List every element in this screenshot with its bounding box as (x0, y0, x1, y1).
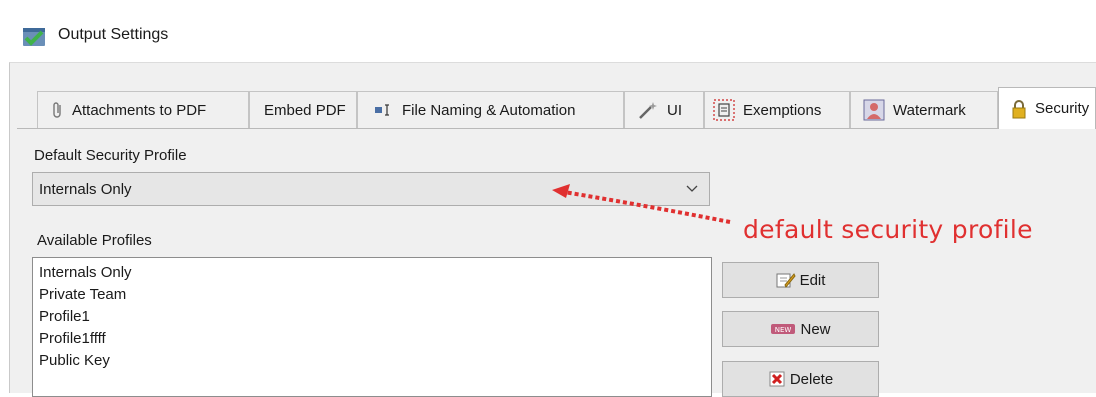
tab-label: UI (667, 101, 682, 119)
watermark-icon (863, 99, 885, 121)
tab-security[interactable]: Security (998, 87, 1096, 129)
delete-icon (769, 371, 785, 387)
list-item[interactable]: Internals Only (39, 262, 711, 284)
edit-button[interactable]: Edit (722, 262, 879, 298)
annotation-text: default security profile (743, 215, 1033, 244)
list-item[interactable]: Private Team (39, 284, 711, 306)
paperclip-icon (53, 102, 61, 118)
tab-ui[interactable]: UI (624, 91, 704, 128)
available-profiles-list[interactable]: Internals Only Private Team Profile1 Pro… (32, 257, 712, 397)
tab-attachments-to-pdf[interactable]: Attachments to PDF (37, 91, 249, 128)
new-icon: NEW (771, 324, 796, 334)
svg-text:NEW: NEW (775, 326, 792, 334)
file-naming-icon (375, 104, 389, 116)
lock-icon (1012, 99, 1026, 118)
select-value: Internals Only (39, 181, 132, 198)
edit-icon (776, 273, 796, 288)
tab-label: Watermark (893, 101, 966, 119)
tab-strip: Attachments to PDF Embed PDF File Naming… (17, 87, 1096, 129)
tab-file-naming-automation[interactable]: File Naming & Automation (357, 91, 624, 128)
new-button-label: New (800, 320, 831, 338)
default-security-profile-label: Default Security Profile (34, 147, 187, 164)
tab-label: File Naming & Automation (402, 101, 576, 119)
window-title: Output Settings (58, 26, 169, 43)
exemptions-icon (713, 99, 735, 121)
delete-button[interactable]: Delete (722, 361, 879, 397)
title-bar: Output Settings (0, 0, 1096, 62)
list-item[interactable]: Profile1ffff (39, 328, 711, 350)
available-profiles-label: Available Profiles (37, 232, 152, 249)
list-item[interactable]: Public Key (39, 350, 711, 372)
tab-embed-pdf[interactable]: Embed PDF (249, 91, 357, 128)
edit-button-label: Edit (799, 271, 826, 289)
magic-wand-icon (639, 102, 657, 119)
tab-exemptions[interactable]: Exemptions (704, 91, 850, 128)
app-checkmark-icon (23, 28, 45, 46)
annotation-arrow (552, 184, 731, 224)
new-button[interactable]: NEW New (722, 311, 879, 347)
tab-label: Exemptions (743, 101, 822, 119)
tab-watermark[interactable]: Watermark (850, 91, 998, 128)
tab-label: Attachments to PDF (72, 101, 207, 119)
list-item[interactable]: Profile1 (39, 306, 711, 328)
tab-label: Embed PDF (264, 101, 346, 119)
delete-button-label: Delete (789, 370, 834, 388)
tab-label: Security (1035, 100, 1090, 117)
